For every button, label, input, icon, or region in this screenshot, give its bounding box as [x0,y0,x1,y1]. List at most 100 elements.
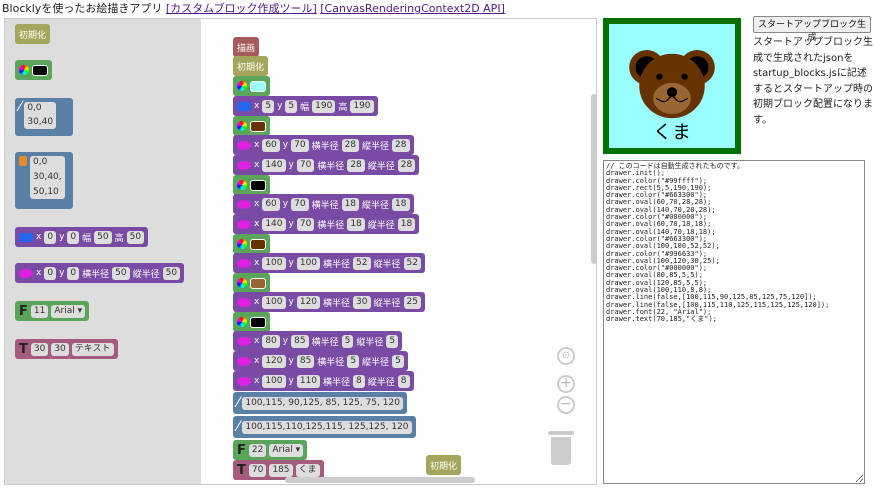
rx-field[interactable]: 50 [112,266,130,280]
rx-field[interactable]: 5 [347,354,360,368]
x-field[interactable]: 140 [262,217,286,231]
text-y-field[interactable]: 30 [51,342,69,356]
x-field[interactable]: 0 [44,266,57,280]
x-field[interactable]: 5 [262,99,275,113]
zoom-out-icon[interactable]: − [557,396,575,414]
color-block[interactable] [233,234,270,254]
font-size-field[interactable]: 11 [30,304,49,318]
rx-field[interactable]: 30 [353,295,371,309]
line-block[interactable]: ⁄ 100,115,110,125,115, 125,125, 120 [233,416,416,438]
y-field[interactable]: 85 [296,354,315,368]
oval-block[interactable]: x 100 y 110 横半径 8 縦半径 8 [233,371,414,391]
font-family-dropdown[interactable]: Arial ▾ [51,304,86,318]
toolbox-oval-block[interactable]: x0 y0 横半径 50 縦半径 50 [15,263,185,283]
x-field[interactable]: 100 [262,374,286,388]
y-field[interactable]: 110 [296,374,321,388]
oval-block[interactable]: x 140 y 70 横半径 28 縦半径 28 [233,155,420,175]
width-field[interactable]: 50 [94,230,112,244]
color-swatch[interactable] [250,120,266,132]
color-swatch[interactable] [250,80,266,92]
zoom-in-icon[interactable]: + [557,375,575,393]
color-block[interactable] [233,116,270,136]
rx-field[interactable]: 52 [353,256,371,270]
x-field[interactable]: 80 [262,334,280,348]
x-field[interactable]: 140 [262,158,286,172]
rx-field[interactable]: 18 [341,197,360,211]
line-points-field[interactable]: 0,0 30,40 [24,102,57,129]
oval-block[interactable]: x 60 y 70 横半径 28 縦半径 28 [233,135,414,155]
oval-block[interactable]: x 60 y 70 横半径 18 縦半径 18 [233,194,414,214]
x-field[interactable]: 60 [262,197,280,211]
y-field[interactable]: 85 [291,334,309,348]
font-block[interactable]: F 22 Arial ▾ [233,440,308,460]
line-block[interactable]: ⁄ 100,115, 90,125, 85, 125, 75, 120 [233,392,407,414]
trash-icon[interactable] [548,431,574,465]
color-block[interactable] [233,312,270,332]
rect-block[interactable]: x5 y5 幅 190 高 190 [233,96,378,116]
x-field[interactable]: 0 [44,230,57,244]
ry-field[interactable]: 50 [162,266,181,280]
ry-field[interactable]: 5 [386,334,399,348]
rx-field[interactable]: 8 [353,374,365,388]
ry-field[interactable]: 28 [397,158,416,172]
height-field[interactable]: 50 [126,230,145,244]
toolbox-color-block[interactable] [15,60,52,80]
y-field[interactable]: 0 [67,230,80,244]
toolbox-rect-block[interactable]: x0 y0 幅 50 高 50 [15,227,149,247]
y-field[interactable]: 120 [296,295,321,309]
vertical-scrollbar[interactable] [591,94,596,264]
custom-block-tool-link[interactable]: [カスタムブロック作成ツール] [166,2,317,15]
text-value-field[interactable]: テキスト [71,342,114,356]
ry-field[interactable]: 8 [397,374,410,388]
floating-init-block[interactable]: 初期化 [426,455,462,475]
oval-block[interactable]: x 120 y 85 横半径 5 縦半径 5 [233,351,408,371]
y-field[interactable]: 70 [296,158,315,172]
oval-block[interactable]: x 140 y 70 横半径 18 縦半径 18 [233,214,420,234]
rx-field[interactable]: 5 [341,334,354,348]
y-field[interactable]: 70 [296,217,315,231]
color-block[interactable] [233,273,270,293]
font-size-field[interactable]: 22 [248,443,267,457]
color-swatch[interactable] [250,277,266,289]
ry-field[interactable]: 18 [397,217,416,231]
toolbox-text-block[interactable]: T 30 30 テキスト [15,339,118,359]
oval-block[interactable]: x 100 y 120 横半径 30 縦半径 25 [233,292,425,312]
height-field[interactable]: 190 [350,99,374,113]
toolbox-polygon-block[interactable]: 0,0 30,40, 50,10 [15,152,73,209]
oval-block[interactable]: x 100 y 100 横半径 52 縦半径 52 [233,253,425,273]
toolbox-font-block[interactable]: F 11 Arial ▾ [15,301,90,321]
color-swatch[interactable] [32,64,48,76]
ry-field[interactable]: 28 [392,138,410,152]
width-field[interactable]: 190 [312,99,336,113]
rx-field[interactable]: 28 [347,158,365,172]
color-swatch[interactable] [250,179,266,191]
y-field[interactable]: 70 [291,138,309,152]
generate-startup-button[interactable]: スタートアップブロック生成 [753,16,871,43]
draw-block[interactable]: 描画 [233,37,260,57]
polygon-points-field[interactable]: 0,0 30,40, 50,10 [30,156,65,199]
ry-field[interactable]: 25 [403,295,421,309]
y-field[interactable]: 100 [296,256,321,270]
y-field[interactable]: 5 [285,99,298,113]
canvas-api-link[interactable]: [CanvasRenderingContext2D API] [320,2,505,15]
oval-block[interactable]: x 80 y 85 横半径 5 縦半径 5 [233,331,403,351]
code-output[interactable]: // このコードは自動生成されたものです。 drawer.init(); dra… [603,160,865,484]
rx-field[interactable]: 28 [341,138,360,152]
recenter-icon[interactable]: ⊙ [557,347,575,365]
x-field[interactable]: 120 [262,354,286,368]
ry-field[interactable]: 52 [403,256,421,270]
text-x-field[interactable]: 30 [30,342,49,356]
y-field[interactable]: 70 [291,197,309,211]
toolbox-init-block[interactable]: 初期化 [15,24,51,44]
ry-field[interactable]: 18 [392,197,410,211]
x-field[interactable]: 100 [262,295,286,309]
color-swatch[interactable] [250,238,266,250]
color-swatch[interactable] [250,316,266,328]
line-points-field[interactable]: 100,115, 90,125, 85, 125, 75, 120 [242,396,403,410]
line-points-field[interactable]: 100,115,110,125,115, 125,125, 120 [242,420,412,434]
y-field[interactable]: 0 [67,266,80,280]
x-field[interactable]: 100 [262,256,286,270]
toolbox-line-block[interactable]: ⁄ 0,0 30,40 [15,98,73,136]
blockly-workspace[interactable]: 初期化 ⁄ 0,0 30,40 0,0 30,40, 50,10 x0 y0 幅 50 … [4,18,597,485]
text-y-field[interactable]: 185 [269,463,293,477]
